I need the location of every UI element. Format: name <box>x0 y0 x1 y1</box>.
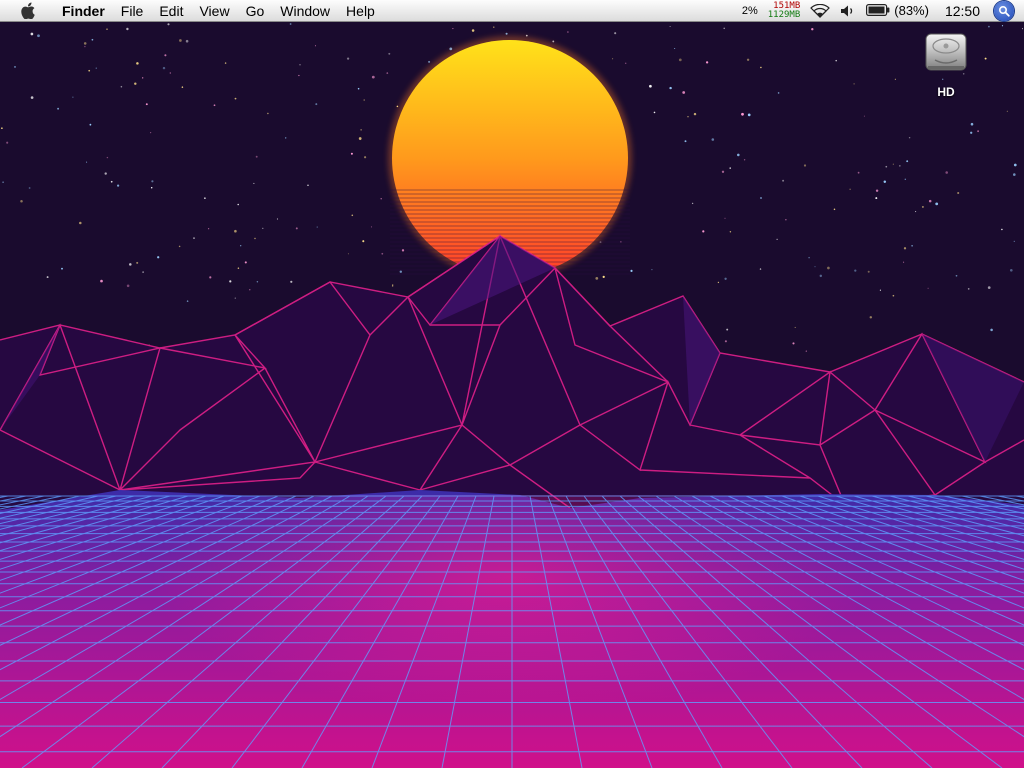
desktop-wallpaper <box>0 0 1024 768</box>
battery-percent: (83%) <box>894 3 929 18</box>
wifi-icon[interactable] <box>810 0 831 22</box>
cpu-meter[interactable]: 2% <box>742 5 758 17</box>
battery-indicator[interactable]: (83%) <box>866 3 929 19</box>
hard-drive-icon <box>923 30 969 79</box>
menu-view[interactable]: View <box>191 0 237 22</box>
memory-free: 1129MB <box>767 9 801 20</box>
memory-meter[interactable]: 151MB 1129MB <box>767 1 801 20</box>
desktop-icon-label: HD <box>937 85 955 99</box>
menu-bar: Finder File Edit View Go Window Help 2% … <box>0 0 1024 22</box>
desktop-icon-hd[interactable]: HD <box>916 30 976 99</box>
menu-finder[interactable]: Finder <box>54 0 113 22</box>
menu-window[interactable]: Window <box>272 0 338 22</box>
apple-menu-icon[interactable] <box>18 0 38 22</box>
menu-help[interactable]: Help <box>338 0 383 22</box>
clock[interactable]: 12:50 <box>945 3 980 19</box>
grid-floor <box>0 490 1024 768</box>
status-area: 2% 151MB 1129MB (83%) 12:50 <box>742 0 1024 22</box>
menu-edit[interactable]: Edit <box>151 0 191 22</box>
menu-go[interactable]: Go <box>238 0 273 22</box>
battery-icon <box>866 3 890 19</box>
volume-icon[interactable] <box>840 0 856 22</box>
menu-file[interactable]: File <box>113 0 152 22</box>
spotlight-icon[interactable] <box>994 0 1014 21</box>
